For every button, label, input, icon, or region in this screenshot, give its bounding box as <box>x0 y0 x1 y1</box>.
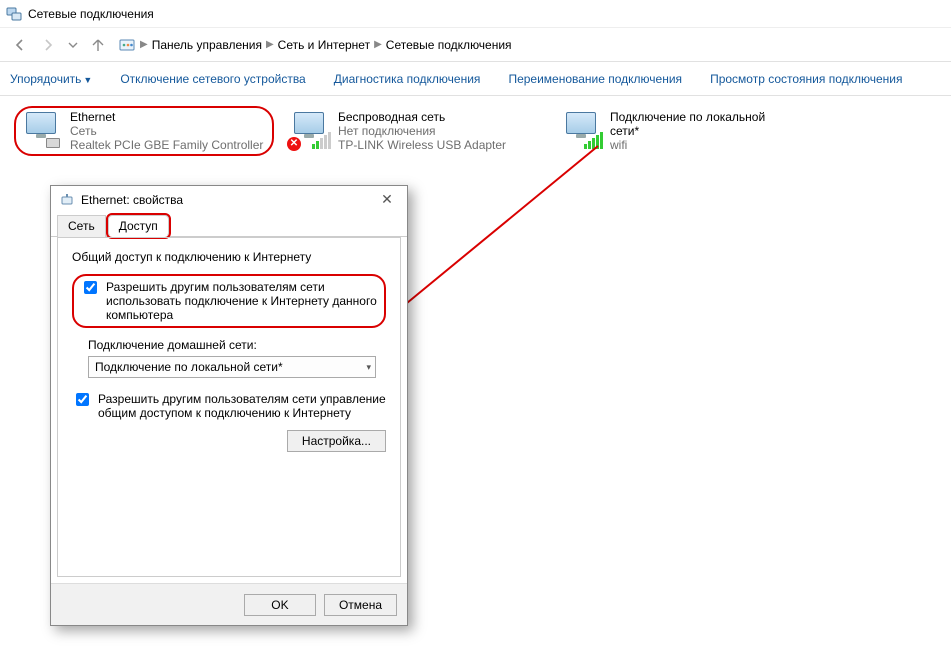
breadcrumb-leaf[interactable]: Сетевые подключения <box>386 38 512 52</box>
toolbar-organize-label: Упорядочить <box>10 72 81 86</box>
toolbar-view-status[interactable]: Просмотр состояния подключения <box>710 72 902 86</box>
window-titlebar: Сетевые подключения <box>0 0 951 28</box>
wifi-disabled-icon: ✕ <box>290 110 330 150</box>
dialog-close-button[interactable]: ✕ <box>371 188 403 210</box>
connection-ethernet[interactable]: Ethernet Сеть Realtek PCIe GBE Family Co… <box>14 106 274 156</box>
breadcrumb-sep-icon: ▶ <box>140 39 148 50</box>
ics-group-title: Общий доступ к подключению к Интернету <box>72 250 386 264</box>
breadcrumb-mid[interactable]: Сеть и Интернет <box>278 38 370 52</box>
toolbar-disable-device[interactable]: Отключение сетевого устройства <box>120 72 305 86</box>
ok-button[interactable]: OK <box>244 594 316 616</box>
breadcrumb-sep-icon: ▶ <box>266 39 274 50</box>
toolbar-organize[interactable]: Упорядочить▼ <box>10 72 92 86</box>
connection-name: Беспроводная сеть <box>338 110 506 124</box>
cancel-button[interactable]: Отмена <box>324 594 397 616</box>
connection-status: Сеть <box>70 124 263 138</box>
toolbar-diagnose[interactable]: Диагностика подключения <box>334 72 481 86</box>
home-network-label: Подключение домашней сети: <box>88 338 386 352</box>
dialog-titlebar: Ethernet: свойства ✕ <box>51 186 407 214</box>
adapter-icon <box>59 192 75 208</box>
connection-name: Подключение по локальной сети* <box>610 110 774 138</box>
home-network-value: Подключение по локальной сети* <box>95 360 283 374</box>
chevron-down-icon: ▾ <box>366 362 371 373</box>
connection-name: Ethernet <box>70 110 263 124</box>
allow-ics-checkbox[interactable] <box>84 281 97 294</box>
allow-control-row: Разрешить другим пользователям сети упра… <box>72 392 386 420</box>
allow-ics-label: Разрешить другим пользователям сети испо… <box>106 280 378 322</box>
nav-up-button[interactable] <box>86 33 110 57</box>
nav-forward-button[interactable] <box>36 33 60 57</box>
connection-device: Realtek PCIe GBE Family Controller <box>70 138 263 152</box>
breadcrumb-root[interactable]: Панель управления <box>152 38 262 52</box>
dialog-title: Ethernet: свойства <box>81 193 183 207</box>
breadcrumb-sep-icon: ▶ <box>374 39 382 50</box>
wifi-icon <box>562 110 602 150</box>
address-bar: ▶ Панель управления ▶ Сеть и Интернет ▶ … <box>0 28 951 62</box>
nav-recent-dropdown[interactable] <box>64 33 82 57</box>
breadcrumb: ▶ Панель управления ▶ Сеть и Интернет ▶ … <box>118 36 512 54</box>
dialog-footer: OK Отмена <box>51 583 407 625</box>
settings-button[interactable]: Настройка... <box>287 430 386 452</box>
connection-local[interactable]: Подключение по локальной сети* wifi <box>558 106 778 156</box>
network-connections-icon <box>6 6 22 22</box>
allow-ics-row: Разрешить другим пользователям сети испо… <box>72 274 386 328</box>
tab-network[interactable]: Сеть <box>57 215 106 237</box>
connection-status: Нет подключения <box>338 124 506 138</box>
dialog-body: Общий доступ к подключению к Интернету Р… <box>57 237 401 577</box>
control-panel-icon <box>118 36 136 54</box>
ethernet-properties-dialog: Ethernet: свойства ✕ Сеть Доступ Общий д… <box>50 185 408 626</box>
window-title: Сетевые подключения <box>28 7 154 21</box>
connection-device: TP-LINK Wireless USB Adapter <box>338 138 506 152</box>
allow-control-checkbox[interactable] <box>76 393 89 406</box>
dialog-tabs: Сеть Доступ <box>51 214 407 237</box>
command-toolbar: Упорядочить▼ Отключение сетевого устройс… <box>0 62 951 96</box>
allow-control-label: Разрешить другим пользователям сети упра… <box>98 392 386 420</box>
home-network-select[interactable]: Подключение по локальной сети* ▾ <box>88 356 376 378</box>
connections-content: Ethernet Сеть Realtek PCIe GBE Family Co… <box>0 96 951 166</box>
tab-access[interactable]: Доступ <box>108 215 169 237</box>
connection-status: wifi <box>610 138 774 152</box>
nav-back-button[interactable] <box>8 33 32 57</box>
toolbar-rename[interactable]: Переименование подключения <box>508 72 682 86</box>
connection-wireless[interactable]: ✕ Беспроводная сеть Нет подключения TP-L… <box>286 106 546 156</box>
ethernet-icon <box>22 110 62 150</box>
